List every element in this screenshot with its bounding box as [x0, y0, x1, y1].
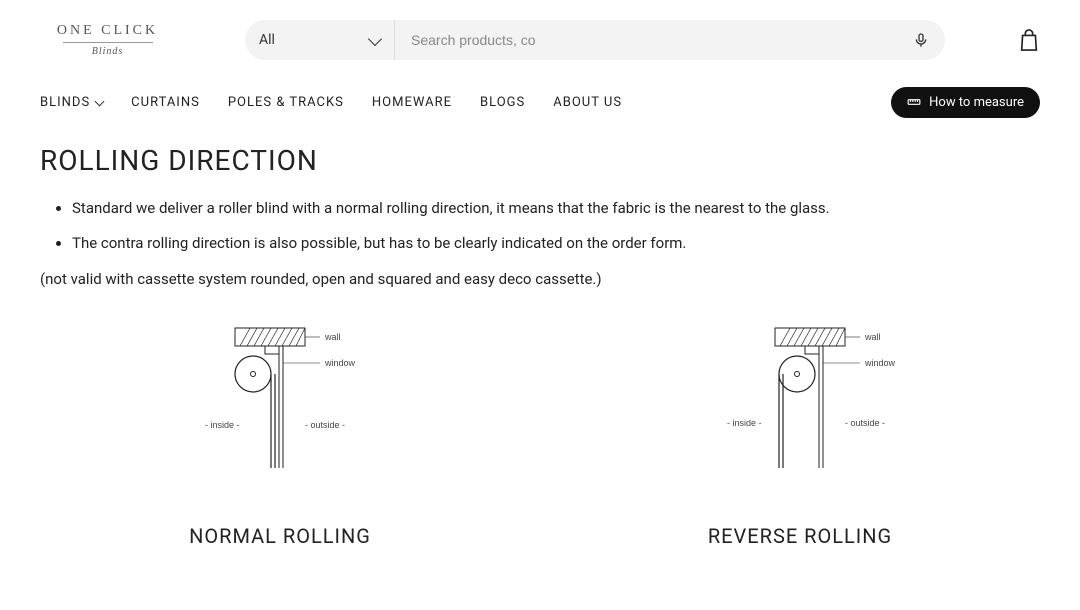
- nav-blinds-label: BLINDS: [40, 95, 90, 110]
- microphone-icon[interactable]: [913, 32, 929, 48]
- diagram-reverse-caption: REVERSE ROLLING: [708, 524, 892, 548]
- bullet-item: The contra rolling direction is also pos…: [72, 232, 1040, 255]
- nav-links: BLINDS CURTAINS POLES & TRACKS HOMEWARE …: [40, 95, 622, 110]
- diagram-label-window: window: [324, 358, 356, 368]
- category-select[interactable]: All: [245, 20, 395, 60]
- nav-poles-tracks[interactable]: POLES & TRACKS: [228, 95, 344, 110]
- chevron-down-icon: [368, 31, 382, 45]
- diagram-label-inside: - inside -: [205, 420, 240, 430]
- logo[interactable]: ONE CLICK Blinds: [40, 23, 175, 57]
- logo-text-bottom: Blinds: [92, 46, 124, 57]
- logo-divider: [63, 42, 153, 43]
- diagram-normal: wall window - inside - - outside - NORMA…: [40, 318, 520, 548]
- how-to-measure-button[interactable]: How to measure: [891, 87, 1040, 118]
- note-text: (not valid with cassette system rounded,…: [40, 270, 1040, 288]
- chevron-down-icon: [95, 96, 105, 106]
- main-content: ROLLING DIRECTION Standard we deliver a …: [0, 124, 1080, 548]
- how-to-measure-label: How to measure: [929, 95, 1024, 110]
- bullet-item: Standard we deliver a roller blind with …: [72, 197, 1040, 220]
- diagram-reverse-box: wall window - inside - - outside -: [655, 318, 945, 488]
- category-label: All: [259, 32, 275, 48]
- header-top: ONE CLICK Blinds All: [0, 0, 1080, 80]
- diagram-reverse: wall window - inside - - outside - REVER…: [560, 318, 1040, 548]
- search-input[interactable]: [411, 32, 913, 48]
- nav-bar: BLINDS CURTAINS POLES & TRACKS HOMEWARE …: [0, 80, 1080, 124]
- bag-icon[interactable]: [1018, 28, 1040, 52]
- diagram-normal-svg: wall window - inside - - outside -: [135, 318, 425, 488]
- diagrams-row: wall window - inside - - outside - NORMA…: [40, 318, 1040, 548]
- search-input-wrap: [395, 20, 945, 60]
- page-title: ROLLING DIRECTION: [40, 144, 1040, 177]
- nav-homeware[interactable]: HOMEWARE: [372, 95, 452, 110]
- diagram-label-inside: - inside -: [727, 418, 762, 428]
- logo-text-top: ONE CLICK: [57, 23, 158, 39]
- diagram-label-outside: - outside -: [305, 420, 345, 430]
- diagram-label-outside: - outside -: [845, 418, 885, 428]
- diagram-label-wall: wall: [324, 332, 341, 342]
- nav-about-us[interactable]: ABOUT US: [553, 95, 622, 110]
- nav-blinds[interactable]: BLINDS: [40, 95, 103, 110]
- bullet-list: Standard we deliver a roller blind with …: [40, 197, 1040, 254]
- nav-curtains[interactable]: CURTAINS: [131, 95, 200, 110]
- nav-blogs[interactable]: BLOGS: [480, 95, 525, 110]
- diagram-normal-caption: NORMAL ROLLING: [189, 524, 371, 548]
- diagram-label-window: window: [864, 358, 896, 368]
- diagram-normal-box: wall window - inside - - outside -: [135, 318, 425, 488]
- diagram-label-wall: wall: [864, 332, 881, 342]
- search-container: All: [245, 20, 945, 60]
- ruler-icon: [907, 95, 921, 109]
- diagram-reverse-svg: wall window - inside - - outside -: [655, 318, 945, 488]
